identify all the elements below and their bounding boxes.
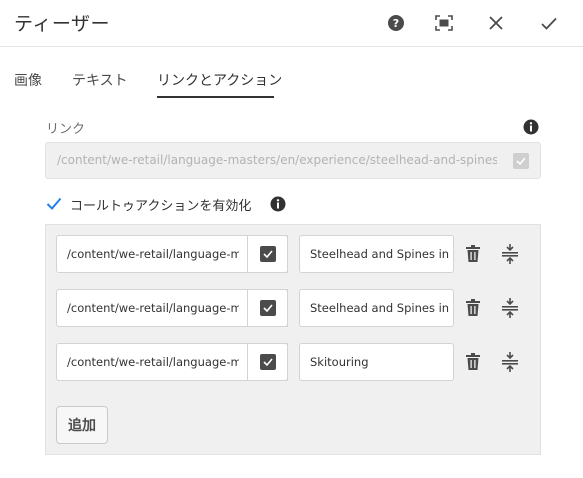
cta-item: /content/we-retail/language-masters Stee… xyxy=(56,235,536,273)
help-button[interactable]: ? xyxy=(384,11,408,35)
path-picker-button[interactable] xyxy=(247,289,288,327)
cta-link-value: /content/we-retail/language-masters xyxy=(67,355,239,369)
checkbox-icon xyxy=(259,354,276,370)
cta-link-value: /content/we-retail/language-masters xyxy=(67,247,239,261)
cta-info-button[interactable] xyxy=(270,196,286,216)
svg-text:?: ? xyxy=(393,17,399,30)
tab-bar: 画像 テキスト リンクとアクション xyxy=(0,66,583,98)
trash-icon xyxy=(466,299,480,316)
close-icon xyxy=(489,16,503,30)
trash-icon xyxy=(466,245,480,262)
cta-link-value: /content/we-retail/language-masters xyxy=(67,301,239,315)
fullscreen-button[interactable] xyxy=(432,11,456,35)
checkbox-icon xyxy=(259,246,276,262)
move-icon xyxy=(502,298,518,318)
link-path-value: /content/we-retail/language-masters/en/e… xyxy=(57,153,497,167)
cta-title-value: Skitouring xyxy=(310,355,369,369)
link-label: リンク xyxy=(46,122,86,137)
info-icon xyxy=(270,196,286,212)
fullscreen-icon xyxy=(435,15,453,31)
cta-title-field[interactable]: Skitouring xyxy=(299,343,454,381)
cta-title-value: Steelhead and Spines in Alaska xyxy=(310,247,452,261)
cta-multifield: /content/we-retail/language-masters Stee… xyxy=(45,224,541,455)
add-cta-button[interactable]: 追加 xyxy=(56,406,108,444)
help-icon: ? xyxy=(388,15,404,31)
cta-title-field[interactable]: Steelhead and Spines in Alaska xyxy=(299,289,454,327)
path-picker-button[interactable] xyxy=(247,343,288,381)
cta-title-field[interactable]: Steelhead and Spines in Alaska xyxy=(299,235,454,273)
reorder-handle[interactable] xyxy=(500,243,520,265)
delete-item-button[interactable] xyxy=(464,245,482,263)
link-picker-checkbox xyxy=(513,153,529,169)
move-icon xyxy=(502,244,518,264)
cta-item: /content/we-retail/language-masters Stee… xyxy=(56,289,536,327)
close-button[interactable] xyxy=(484,11,508,35)
link-path-field[interactable]: /content/we-retail/language-masters/en/e… xyxy=(45,142,541,179)
delete-item-button[interactable] xyxy=(464,299,482,317)
reorder-handle[interactable] xyxy=(500,351,520,373)
done-check-icon xyxy=(541,17,557,30)
trash-icon xyxy=(466,353,480,370)
cta-enable-label: コールトゥアクションを有効化 xyxy=(70,199,252,214)
checkbox-icon xyxy=(259,300,276,316)
cta-title-value: Steelhead and Spines in Alaska xyxy=(310,301,452,315)
checkmark-icon xyxy=(46,197,62,210)
reorder-handle[interactable] xyxy=(500,297,520,319)
cta-item: /content/we-retail/language-masters Skit… xyxy=(56,343,536,381)
path-picker-button[interactable] xyxy=(247,235,288,273)
dialog-header: ティーザー ? xyxy=(0,0,583,47)
cta-enable-checkbox[interactable] xyxy=(45,195,63,213)
tab-image[interactable]: 画像 xyxy=(14,70,42,98)
link-info-button[interactable] xyxy=(523,119,539,139)
delete-item-button[interactable] xyxy=(464,353,482,371)
tab-text[interactable]: テキスト xyxy=(72,70,128,98)
checkmark-icon xyxy=(516,157,526,165)
dialog-title: ティーザー xyxy=(14,13,110,35)
tab-link-and-actions[interactable]: リンクとアクション xyxy=(157,70,282,98)
done-button[interactable] xyxy=(537,11,561,35)
info-icon xyxy=(523,119,539,135)
move-icon xyxy=(502,352,518,372)
